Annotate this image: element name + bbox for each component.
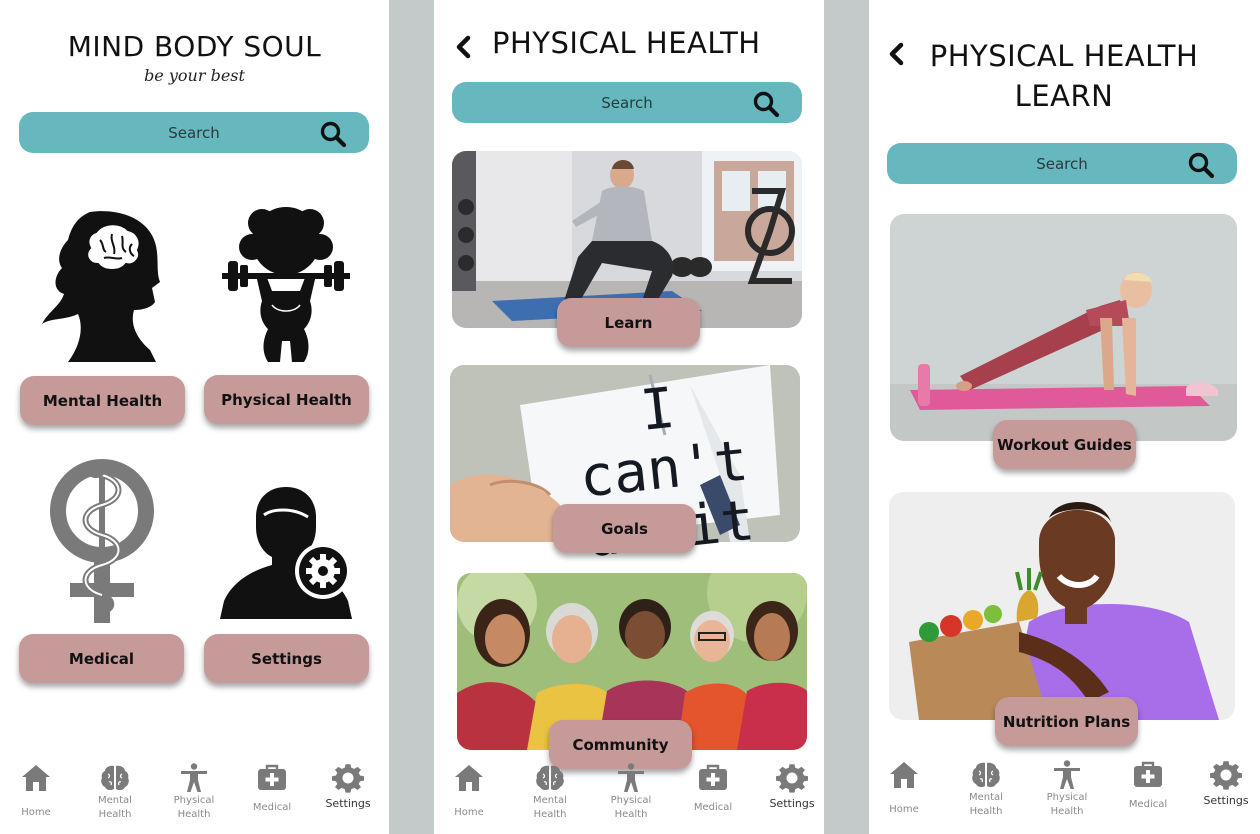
back-arrow-icon[interactable] xyxy=(887,42,905,66)
nav-label: Home xyxy=(21,807,51,818)
nav-settings[interactable]: Settings xyxy=(757,756,824,834)
search-bar[interactable]: Search xyxy=(19,112,369,153)
search-bar[interactable]: Search xyxy=(887,143,1237,184)
physical-health-button[interactable]: Physical Health xyxy=(204,375,369,424)
nav-label: Physical xyxy=(1046,792,1088,803)
brain-icon xyxy=(99,762,131,794)
person-icon xyxy=(1051,759,1083,791)
nav-label: Health xyxy=(98,809,132,820)
nav-label: Physical xyxy=(173,795,215,806)
gear-icon xyxy=(776,762,808,794)
nav-label: Settings xyxy=(1203,794,1249,807)
nav-label: Settings xyxy=(769,797,815,810)
page-title-line-1: PHYSICAL HEALTH xyxy=(929,39,1199,73)
nav-medical[interactable]: Medical xyxy=(237,756,307,834)
search-placeholder: Search xyxy=(1036,154,1088,173)
nav-label: Health xyxy=(614,809,648,820)
nav-label: Mental xyxy=(533,795,567,806)
search-bar[interactable]: Search xyxy=(452,82,802,123)
page-title: PHYSICAL HEALTH xyxy=(492,26,761,60)
nav-label: Health xyxy=(969,806,1003,817)
first-aid-kit-icon xyxy=(1132,759,1164,791)
nav-label: Medical xyxy=(252,802,292,813)
person-icon xyxy=(178,762,210,794)
nav-mental-health[interactable]: Mental Health xyxy=(951,753,1021,831)
workout-guides-button[interactable]: Workout Guides xyxy=(993,420,1136,469)
goals-button[interactable]: Goals xyxy=(553,504,696,553)
nav-medical[interactable]: Medical xyxy=(678,756,748,834)
search-icon[interactable] xyxy=(752,90,780,118)
bottom-nav: Home Mental Health Physical Health Medic… xyxy=(0,756,389,834)
nutrition-plans-photo[interactable] xyxy=(889,492,1235,720)
nav-mental-health[interactable]: Mental Health xyxy=(515,756,585,834)
nav-physical-health[interactable]: Physical Health xyxy=(596,756,666,834)
home-screen: MIND BODY SOUL be your best Search Menta… xyxy=(0,0,389,834)
nav-physical-health[interactable]: Physical Health xyxy=(1032,753,1102,831)
nav-settings[interactable]: Settings xyxy=(313,756,383,834)
nav-mental-health[interactable]: Mental Health xyxy=(80,756,150,834)
back-arrow-icon[interactable] xyxy=(454,35,472,59)
nav-label: Medical xyxy=(693,802,733,813)
nav-label: Home xyxy=(889,804,919,815)
nav-label: Health xyxy=(1050,806,1084,817)
nav-home[interactable]: Home xyxy=(1,756,71,834)
first-aid-kit-icon xyxy=(256,762,288,794)
bottom-nav: Home Mental Health Physical Health Medic… xyxy=(434,756,824,834)
search-placeholder: Search xyxy=(601,93,653,112)
woman-barbell-silhouette-icon[interactable] xyxy=(222,205,350,362)
nav-label: Mental xyxy=(969,792,1003,803)
brand-title: MIND BODY SOUL xyxy=(67,30,322,63)
nav-label: Mental xyxy=(98,795,132,806)
search-icon[interactable] xyxy=(319,120,347,148)
mental-health-button[interactable]: Mental Health xyxy=(20,376,185,425)
brain-icon xyxy=(970,759,1002,791)
search-icon[interactable] xyxy=(1187,151,1215,179)
search-placeholder: Search xyxy=(168,123,220,142)
workout-guides-photo[interactable] xyxy=(890,214,1237,441)
medical-button[interactable]: Medical xyxy=(19,634,184,683)
user-gear-silhouette-icon[interactable] xyxy=(220,487,352,619)
nav-medical[interactable]: Medical xyxy=(1113,753,1183,831)
nav-home[interactable]: Home xyxy=(434,756,504,834)
nav-physical-health[interactable]: Physical Health xyxy=(159,756,229,834)
gear-icon xyxy=(332,762,364,794)
home-icon xyxy=(888,759,920,791)
learn-button[interactable]: Learn xyxy=(557,298,700,347)
page-title: PHYSICAL HEALTH LEARN xyxy=(909,36,1219,116)
settings-button[interactable]: Settings xyxy=(204,634,369,683)
home-icon xyxy=(453,762,485,794)
physical-health-screen: PHYSICAL HEALTH Search Learn I can't it … xyxy=(434,0,824,834)
nav-label: Settings xyxy=(325,797,371,810)
bottom-nav: Home Mental Health Physical Health Medic… xyxy=(869,753,1260,831)
first-aid-kit-icon xyxy=(697,762,729,794)
person-icon xyxy=(615,762,647,794)
nav-settings[interactable]: Settings xyxy=(1191,753,1260,831)
nav-label: Physical xyxy=(610,795,652,806)
gear-icon xyxy=(1210,759,1242,791)
brand-tagline: be your best xyxy=(144,66,245,85)
woman-brain-silhouette-icon[interactable] xyxy=(38,210,168,362)
nav-label: Medical xyxy=(1128,799,1168,810)
brain-icon xyxy=(534,762,566,794)
nav-home[interactable]: Home xyxy=(869,753,939,831)
physical-health-learn-screen: PHYSICAL HEALTH LEARN Search Workout Gui… xyxy=(869,0,1260,834)
nav-label: Health xyxy=(177,809,211,820)
page-title-line-2: LEARN xyxy=(1014,79,1114,113)
nutrition-plans-button[interactable]: Nutrition Plans xyxy=(995,697,1138,746)
female-caduceus-icon[interactable] xyxy=(48,459,156,623)
nav-label: Health xyxy=(533,809,567,820)
nav-label: Home xyxy=(454,807,484,818)
home-icon xyxy=(20,762,52,794)
